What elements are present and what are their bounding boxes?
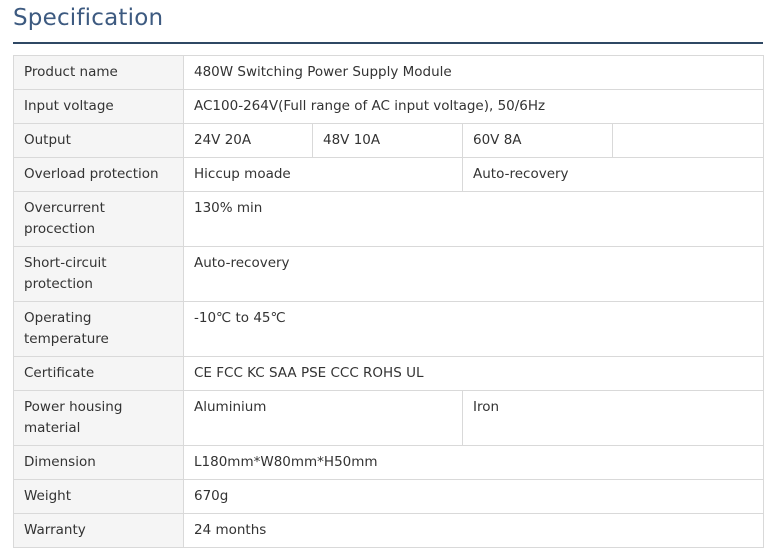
- spec-label-overcurrent: Overcurrent procection: [13, 191, 184, 247]
- spec-value-output-24v: 24V 20A: [183, 123, 313, 158]
- spec-value-overcurrent: 130% min: [182, 191, 765, 247]
- specification-section: Specification Product name 480W Switchin…: [0, 0, 781, 548]
- spec-label-operating-temperature: Operating temperature: [13, 301, 184, 357]
- spec-label-weight: Weight: [13, 479, 184, 514]
- spec-value-input-voltage: AC100-264V(Full range of AC input voltag…: [182, 89, 765, 124]
- section-title: Specification: [13, 5, 164, 31]
- spec-value-dimension: L180mm*W80mm*H50mm: [182, 445, 765, 480]
- table-row: Power housing material Aluminium Iron: [13, 390, 765, 446]
- table-row: Operating temperature -10℃ to 45℃: [13, 301, 765, 357]
- title-divider: [13, 42, 763, 44]
- table-row: Weight 670g: [13, 479, 765, 514]
- spec-value-overload-mode: Hiccup moade: [183, 157, 463, 192]
- spec-value-overload-recovery: Auto-recovery: [461, 157, 765, 192]
- spec-label-input-voltage: Input voltage: [13, 89, 184, 124]
- spec-label-dimension: Dimension: [13, 445, 184, 480]
- spec-value-output-60v: 60V 8A: [462, 123, 613, 158]
- spec-label-short-circuit: Short-circuit protection: [13, 246, 184, 302]
- table-row: Product name 480W Switching Power Supply…: [13, 55, 765, 90]
- table-row: Overload protection Hiccup moade Auto-re…: [13, 157, 765, 192]
- specification-table: Product name 480W Switching Power Supply…: [13, 55, 765, 548]
- spec-value-product-name: 480W Switching Power Supply Module: [182, 55, 765, 90]
- spec-value-warranty: 24 months: [182, 513, 765, 548]
- spec-label-warranty: Warranty: [13, 513, 184, 548]
- table-row: Short-circuit protection Auto-recovery: [13, 246, 765, 302]
- spec-label-overload: Overload protection: [13, 157, 184, 192]
- spec-label-product-name: Product name: [13, 55, 184, 90]
- table-row: Certificate CE FCC KC SAA PSE CCC ROHS U…: [13, 356, 765, 391]
- table-row: Overcurrent procection 130% min: [13, 191, 765, 247]
- spec-value-operating-temperature: -10℃ to 45℃: [182, 301, 765, 357]
- table-row: Input voltage AC100-264V(Full range of A…: [13, 89, 765, 124]
- spec-value-certificate: CE FCC KC SAA PSE CCC ROHS UL: [182, 356, 765, 391]
- spec-value-housing-aluminium: Aluminium: [183, 390, 463, 446]
- spec-label-output: Output: [13, 123, 184, 158]
- table-row: Output 24V 20A 48V 10A 60V 8A: [13, 123, 765, 158]
- spec-value-housing-iron: Iron: [461, 390, 765, 446]
- spec-label-housing-material: Power housing material: [13, 390, 184, 446]
- spec-value-output-48v: 48V 10A: [312, 123, 463, 158]
- spec-value-weight: 670g: [182, 479, 765, 514]
- table-row: Warranty 24 months: [13, 513, 765, 548]
- spec-value-short-circuit: Auto-recovery: [182, 246, 765, 302]
- table-row: Dimension L180mm*W80mm*H50mm: [13, 445, 765, 480]
- spec-label-certificate: Certificate: [13, 356, 184, 391]
- spec-value-output-empty: [611, 123, 765, 158]
